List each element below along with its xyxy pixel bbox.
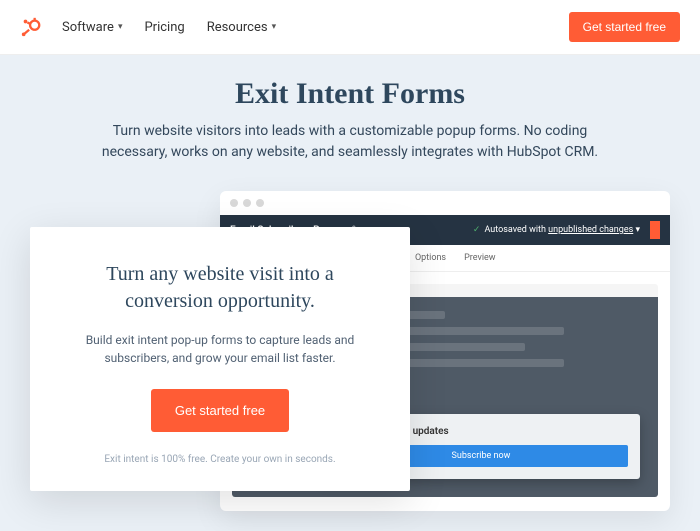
publish-button[interactable] [650,221,660,239]
card-body: Build exit intent pop-up forms to captur… [60,331,380,367]
nav-pricing[interactable]: Pricing [144,20,184,35]
nav-software[interactable]: Software▾ [62,20,122,35]
hero-title: Exit Intent Forms [40,77,660,111]
promo-card: Turn any website visit into a conversion… [30,227,410,491]
card-fineprint: Exit intent is 100% free. Create your ow… [60,454,380,465]
card-title: Turn any website visit into a conversion… [60,261,380,315]
traffic-light-icon [243,199,251,207]
autosave-status: Autosaved with unpublished changes ▾ [484,225,640,235]
chevron-down-icon: ▾ [272,22,277,32]
chevron-down-icon: ▾ [118,22,123,32]
traffic-light-icon [256,199,264,207]
hubspot-logo-icon[interactable] [20,16,42,38]
window-controls [220,191,670,215]
traffic-light-icon [230,199,238,207]
check-icon: ✓ [473,225,481,235]
hero-subtitle: Turn website visitors into leads with a … [90,121,610,163]
tab-item[interactable]: Options [415,253,446,263]
nav-resources[interactable]: Resources▾ [207,20,276,35]
top-nav: Software▾ Pricing Resources▾ Get started… [0,0,700,55]
hero-section: Exit Intent Forms Turn website visitors … [0,55,700,531]
tab-item[interactable]: Preview [464,253,495,263]
card-cta-button[interactable]: Get started free [151,389,289,432]
get-started-button[interactable]: Get started free [569,12,680,42]
